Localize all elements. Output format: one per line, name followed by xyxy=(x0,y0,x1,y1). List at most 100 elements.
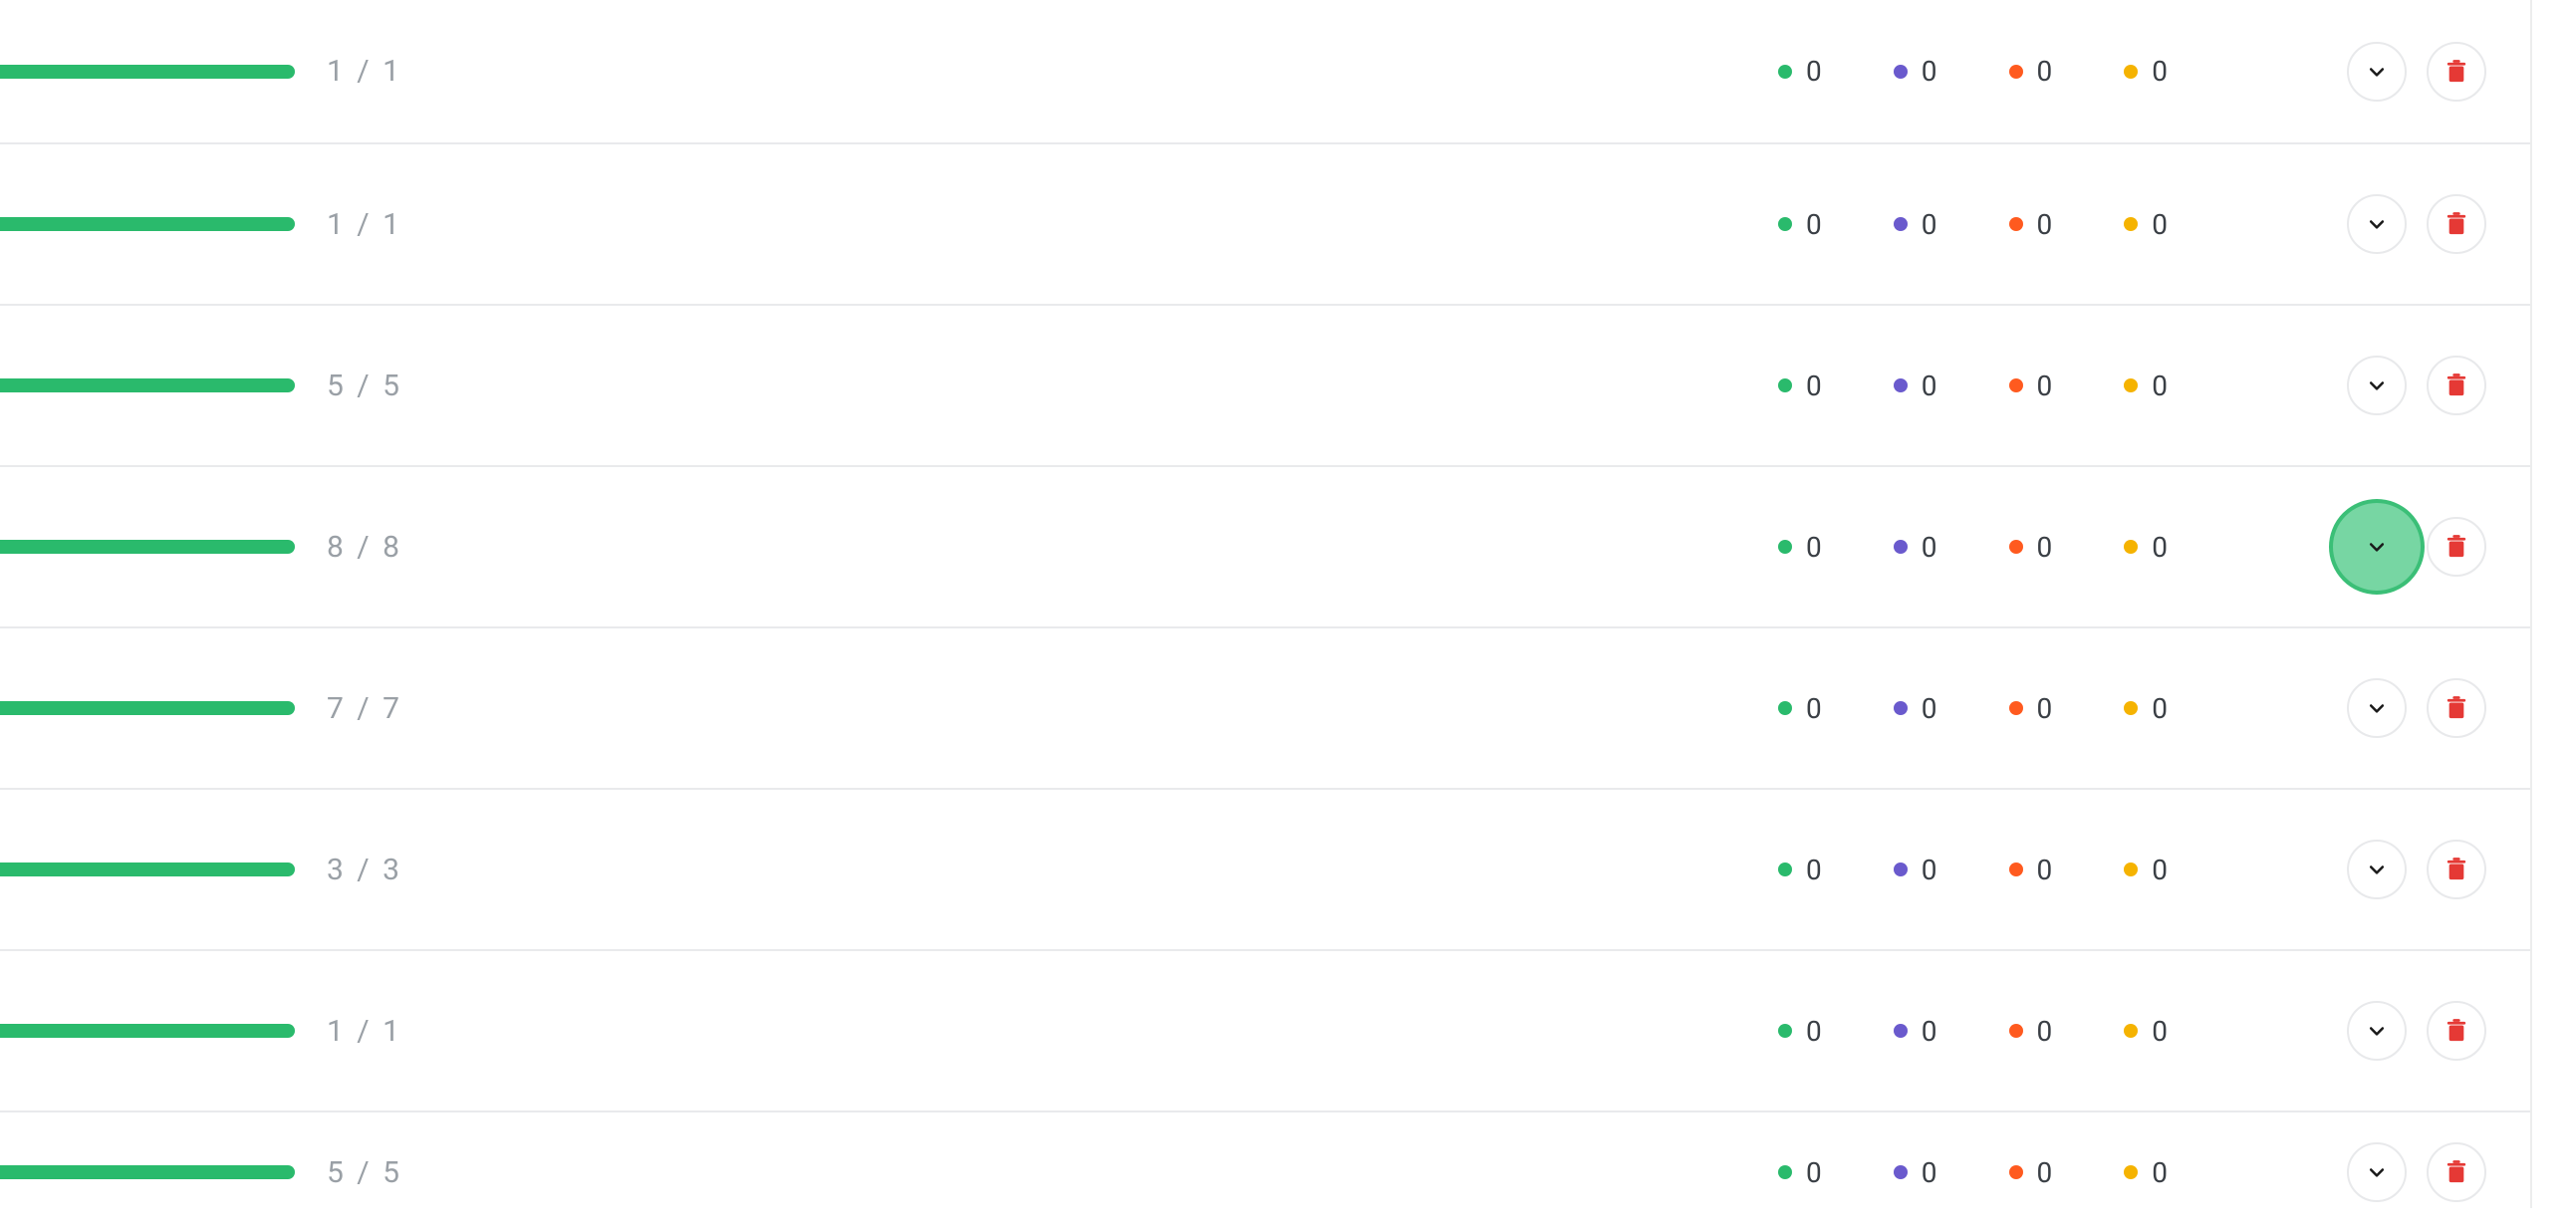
stat-orange: 0 xyxy=(2009,55,2053,88)
dot-green-icon xyxy=(1778,217,1792,231)
list-item: 5 / 5 0 0 0 0 xyxy=(0,306,2576,467)
progress-bar xyxy=(0,540,295,554)
delete-button[interactable] xyxy=(2427,1001,2486,1061)
row-actions xyxy=(2347,678,2486,738)
scrollbar-track[interactable] xyxy=(2530,0,2576,1208)
stat-group: 0 0 0 0 xyxy=(1778,854,2168,886)
dot-green-icon xyxy=(1778,378,1792,392)
dot-orange-icon xyxy=(2009,1024,2023,1038)
stat-purple: 0 xyxy=(1894,854,1937,886)
progress-bar xyxy=(0,701,295,715)
stat-group: 0 0 0 0 xyxy=(1778,208,2168,241)
expand-button[interactable] xyxy=(2347,840,2407,899)
dot-orange-icon xyxy=(2009,378,2023,392)
trash-icon xyxy=(2446,535,2467,559)
list-item: 3 / 3 0 0 0 0 xyxy=(0,790,2576,951)
expand-button[interactable] xyxy=(2347,42,2407,102)
stat-orange: 0 xyxy=(2009,1156,2053,1189)
trash-icon xyxy=(2446,373,2467,397)
expand-button[interactable] xyxy=(2347,356,2407,415)
chevron-down-icon xyxy=(2367,1162,2387,1182)
dot-purple-icon xyxy=(1894,862,1908,876)
dot-purple-icon xyxy=(1894,65,1908,79)
list-item: 8 / 8 0 0 0 0 xyxy=(0,467,2576,628)
dot-purple-icon xyxy=(1894,1165,1908,1179)
stat-green: 0 xyxy=(1778,208,1822,241)
stat-green: 0 xyxy=(1778,1156,1822,1189)
progress-ratio: 7 / 7 xyxy=(327,691,402,726)
stat-green: 0 xyxy=(1778,854,1822,886)
stat-orange: 0 xyxy=(2009,531,2053,564)
stat-orange: 0 xyxy=(2009,1015,2053,1048)
stat-green: 0 xyxy=(1778,55,1822,88)
progress-ratio: 1 / 1 xyxy=(327,54,402,89)
stat-group: 0 0 0 0 xyxy=(1778,55,2168,88)
stat-purple: 0 xyxy=(1894,531,1937,564)
trash-icon xyxy=(2446,212,2467,236)
dot-yellow-icon xyxy=(2124,378,2138,392)
dot-orange-icon xyxy=(2009,65,2023,79)
progress-ratio: 8 / 8 xyxy=(327,530,402,565)
stat-purple: 0 xyxy=(1894,1156,1937,1189)
stat-yellow: 0 xyxy=(2124,692,2168,725)
dot-orange-icon xyxy=(2009,862,2023,876)
progress-ratio: 1 / 1 xyxy=(327,1014,402,1049)
dot-yellow-icon xyxy=(2124,701,2138,715)
trash-icon xyxy=(2446,696,2467,720)
trash-icon xyxy=(2446,858,2467,881)
expand-button[interactable] xyxy=(2329,499,2425,595)
delete-button[interactable] xyxy=(2427,42,2486,102)
stat-yellow: 0 xyxy=(2124,531,2168,564)
delete-button[interactable] xyxy=(2427,678,2486,738)
stat-green: 0 xyxy=(1778,531,1822,564)
delete-button[interactable] xyxy=(2427,356,2486,415)
progress-ratio: 5 / 5 xyxy=(327,369,402,403)
dot-green-icon xyxy=(1778,1165,1792,1179)
stat-group: 0 0 0 0 xyxy=(1778,692,2168,725)
stat-green: 0 xyxy=(1778,692,1822,725)
dot-purple-icon xyxy=(1894,1024,1908,1038)
chevron-down-icon xyxy=(2367,375,2387,395)
dot-orange-icon xyxy=(2009,1165,2023,1179)
row-actions xyxy=(2347,499,2486,595)
list-item: 5 / 5 0 0 0 0 xyxy=(0,1112,2576,1232)
stat-purple: 0 xyxy=(1894,692,1937,725)
trash-icon xyxy=(2446,1160,2467,1184)
progress-bar xyxy=(0,1024,295,1038)
dot-yellow-icon xyxy=(2124,1024,2138,1038)
expand-button[interactable] xyxy=(2347,1001,2407,1061)
progress-bar xyxy=(0,862,295,876)
delete-button[interactable] xyxy=(2427,840,2486,899)
progress-ratio: 3 / 3 xyxy=(327,853,402,887)
chevron-down-icon xyxy=(2367,214,2387,234)
dot-yellow-icon xyxy=(2124,65,2138,79)
expand-button[interactable] xyxy=(2347,678,2407,738)
delete-button[interactable] xyxy=(2427,1142,2486,1202)
dot-purple-icon xyxy=(1894,701,1908,715)
row-actions xyxy=(2347,356,2486,415)
delete-button[interactable] xyxy=(2427,517,2486,577)
dot-green-icon xyxy=(1778,1024,1792,1038)
dot-yellow-icon xyxy=(2124,1165,2138,1179)
chevron-down-icon xyxy=(2367,860,2387,879)
stat-yellow: 0 xyxy=(2124,854,2168,886)
stat-yellow: 0 xyxy=(2124,1156,2168,1189)
dot-purple-icon xyxy=(1894,378,1908,392)
list-item: 1 / 1 0 0 0 0 xyxy=(0,0,2576,144)
stat-orange: 0 xyxy=(2009,692,2053,725)
expand-button[interactable] xyxy=(2347,194,2407,254)
dot-yellow-icon xyxy=(2124,540,2138,554)
stat-yellow: 0 xyxy=(2124,208,2168,241)
dot-orange-icon xyxy=(2009,217,2023,231)
row-actions xyxy=(2347,1142,2486,1202)
stat-orange: 0 xyxy=(2009,208,2053,241)
dot-orange-icon xyxy=(2009,540,2023,554)
progress-bar xyxy=(0,217,295,231)
chevron-down-icon xyxy=(2367,698,2387,718)
delete-button[interactable] xyxy=(2427,194,2486,254)
expand-button[interactable] xyxy=(2347,1142,2407,1202)
trash-icon xyxy=(2446,1019,2467,1043)
list-item: 1 / 1 0 0 0 0 xyxy=(0,951,2576,1112)
stat-purple: 0 xyxy=(1894,370,1937,402)
progress-bar xyxy=(0,378,295,392)
